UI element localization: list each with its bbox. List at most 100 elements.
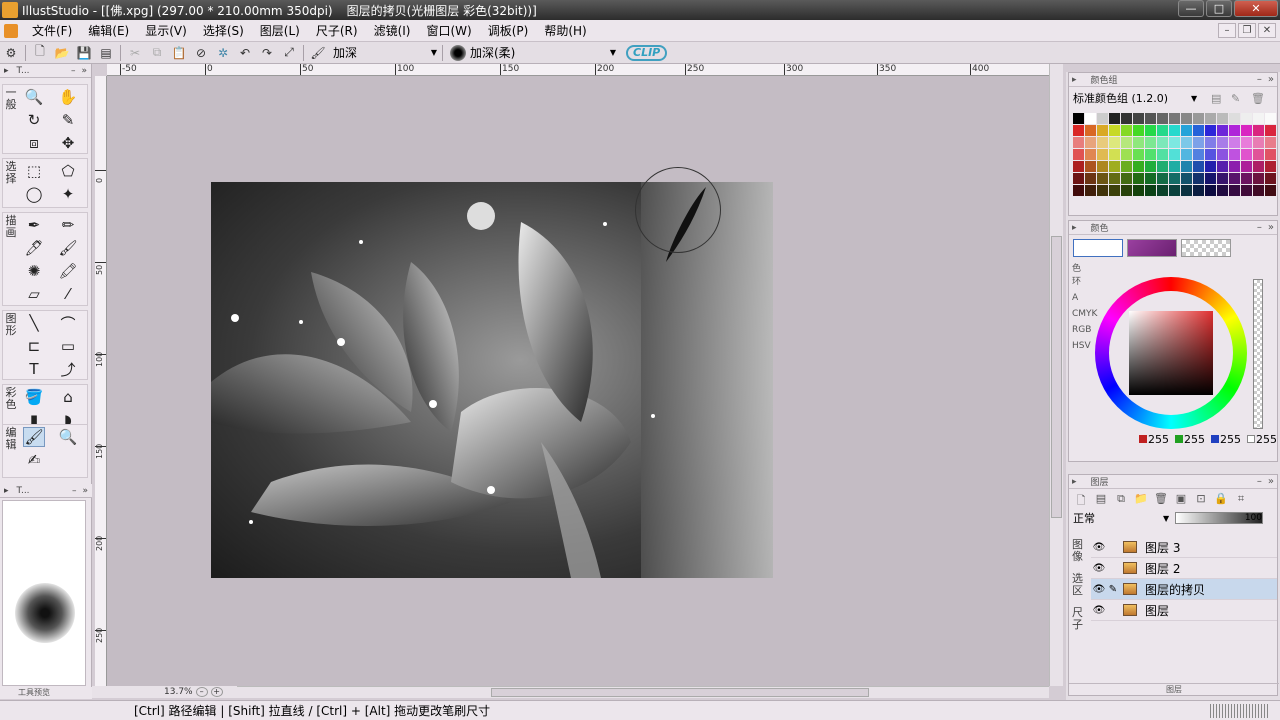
- swatch-cell[interactable]: [1253, 137, 1264, 148]
- swatch-cell[interactable]: [1205, 173, 1216, 184]
- resize-grip[interactable]: [1210, 704, 1270, 718]
- swatch-cell[interactable]: [1217, 173, 1228, 184]
- swatch-cell[interactable]: [1109, 173, 1120, 184]
- swatch-cell[interactable]: [1217, 125, 1228, 136]
- swatch-cell[interactable]: [1205, 161, 1216, 172]
- menu-ruler[interactable]: 尺子(R): [308, 22, 366, 39]
- swatch-cell[interactable]: [1085, 125, 1096, 136]
- add-swatch-icon[interactable]: ▤: [1211, 92, 1221, 105]
- swatch-cell[interactable]: [1157, 161, 1168, 172]
- swatch-cell[interactable]: [1109, 185, 1120, 196]
- tab-image[interactable]: 图像: [1072, 539, 1086, 563]
- palette-menu-icon[interactable]: ▸: [4, 66, 9, 76]
- swatch-cell[interactable]: [1109, 113, 1120, 124]
- swatch-cell[interactable]: [1097, 173, 1108, 184]
- swatch-cell[interactable]: [1073, 161, 1084, 172]
- palette-menu-icon[interactable]: ▸: [4, 486, 9, 496]
- swatch-cell[interactable]: [1145, 149, 1156, 160]
- swatch-cell[interactable]: [1169, 149, 1180, 160]
- layer-row[interactable]: 👁 图层 2: [1091, 558, 1277, 579]
- swatch-cell[interactable]: [1181, 113, 1192, 124]
- swatch-cell[interactable]: [1205, 125, 1216, 136]
- swatch-cell[interactable]: [1253, 185, 1264, 196]
- swatch-cell[interactable]: [1157, 113, 1168, 124]
- swatch-cell[interactable]: [1205, 137, 1216, 148]
- color-wheel[interactable]: [1095, 277, 1247, 429]
- new-folder-icon[interactable]: 📁: [1133, 492, 1149, 506]
- swatch-cell[interactable]: [1253, 161, 1264, 172]
- swatch-cell[interactable]: [1253, 125, 1264, 136]
- swatch-cell[interactable]: [1169, 125, 1180, 136]
- rectangle-tool-icon[interactable]: ▭: [57, 336, 79, 356]
- swatch-cell[interactable]: [1085, 113, 1096, 124]
- palette-menu-icon[interactable]: ▸: [1072, 477, 1077, 487]
- swatch-cell[interactable]: [1121, 161, 1132, 172]
- ruler-tool-icon[interactable]: ⤴: [57, 359, 79, 379]
- swatch-cell[interactable]: [1217, 113, 1228, 124]
- visibility-eye-icon[interactable]: 👁: [1091, 605, 1107, 616]
- swatch-cell[interactable]: [1097, 149, 1108, 160]
- marker-tool-icon[interactable]: 🖊: [23, 238, 45, 258]
- swatch-cell[interactable]: [1229, 173, 1240, 184]
- swatch-cell[interactable]: [1265, 149, 1276, 160]
- tab-color-wheel[interactable]: 色环: [1072, 261, 1086, 287]
- zoom-out-icon[interactable]: –: [195, 687, 208, 697]
- swatch-cell[interactable]: [1217, 161, 1228, 172]
- swatch-cell[interactable]: [1085, 149, 1096, 160]
- swatch-cell[interactable]: [1229, 185, 1240, 196]
- swatch-cell[interactable]: [1181, 125, 1192, 136]
- brush-select[interactable]: 加深(柔) ▼: [446, 44, 618, 62]
- swatch-cell[interactable]: [1241, 161, 1252, 172]
- swatch-cell[interactable]: [1133, 137, 1144, 148]
- transform-icon[interactable]: ⤢: [280, 45, 298, 61]
- menu-filter[interactable]: 滤镜(I): [366, 22, 419, 39]
- layer-move-tool-icon[interactable]: ⧈: [23, 133, 45, 153]
- collapse-icon[interactable]: –: [1257, 222, 1262, 233]
- swatch-cell[interactable]: [1145, 113, 1156, 124]
- canvas-area[interactable]: [107, 76, 1049, 686]
- brush-tool-icon[interactable]: 🖌: [57, 238, 79, 258]
- line-tool-icon[interactable]: ╲: [23, 313, 45, 333]
- new-layer-icon[interactable]: 🗋: [1073, 492, 1089, 507]
- transparent-color-swatch[interactable]: [1181, 239, 1231, 257]
- swatch-cell[interactable]: [1241, 137, 1252, 148]
- swatch-cell[interactable]: [1133, 161, 1144, 172]
- minimize-button[interactable]: —: [1178, 0, 1204, 17]
- swatch-cell[interactable]: [1121, 125, 1132, 136]
- swatch-cell[interactable]: [1217, 185, 1228, 196]
- new-vector-layer-icon[interactable]: ▤: [1093, 492, 1109, 506]
- menu-logo-icon[interactable]: [4, 23, 18, 38]
- swatch-cell[interactable]: [1133, 173, 1144, 184]
- swatch-cell[interactable]: [1109, 161, 1120, 172]
- swatch-cell[interactable]: [1169, 185, 1180, 196]
- layer-row-selected[interactable]: 👁 ✎ 图层的拷贝: [1091, 579, 1277, 600]
- menu-help[interactable]: 帮助(H): [536, 22, 594, 39]
- select-all-icon[interactable]: ✲: [214, 45, 232, 61]
- eyedropper-tool-icon[interactable]: ✎: [57, 110, 79, 130]
- swatch-cell[interactable]: [1109, 149, 1120, 160]
- curve-tool-icon[interactable]: ⌒: [57, 313, 79, 333]
- tab-alpha[interactable]: A: [1072, 293, 1086, 303]
- swatch-cell[interactable]: [1157, 125, 1168, 136]
- save-all-icon[interactable]: ▤: [97, 45, 115, 61]
- sub-color-swatch[interactable]: [1127, 239, 1177, 257]
- swatch-cell[interactable]: [1133, 113, 1144, 124]
- doc-restore-button[interactable]: ❐: [1238, 23, 1256, 38]
- magnify-tool-icon[interactable]: 🔍: [57, 427, 79, 447]
- swatch-cell[interactable]: [1193, 185, 1204, 196]
- swatch-cell[interactable]: [1265, 113, 1276, 124]
- layer-opacity-slider[interactable]: 100: [1175, 512, 1263, 524]
- clip-logo[interactable]: CLIP: [626, 44, 668, 61]
- swatch-cell[interactable]: [1097, 137, 1108, 148]
- move-tool-icon[interactable]: ✥: [57, 133, 79, 153]
- saturation-value-box[interactable]: [1129, 311, 1213, 395]
- swatch-cell[interactable]: [1073, 125, 1084, 136]
- close-button[interactable]: ✕: [1234, 0, 1278, 17]
- doc-minimize-button[interactable]: –: [1218, 23, 1236, 38]
- swatch-cell[interactable]: [1097, 185, 1108, 196]
- swatch-cell[interactable]: [1229, 161, 1240, 172]
- swatch-cell[interactable]: [1193, 161, 1204, 172]
- swatch-cell[interactable]: [1073, 149, 1084, 160]
- swatch-cell[interactable]: [1145, 137, 1156, 148]
- swatch-cell[interactable]: [1181, 137, 1192, 148]
